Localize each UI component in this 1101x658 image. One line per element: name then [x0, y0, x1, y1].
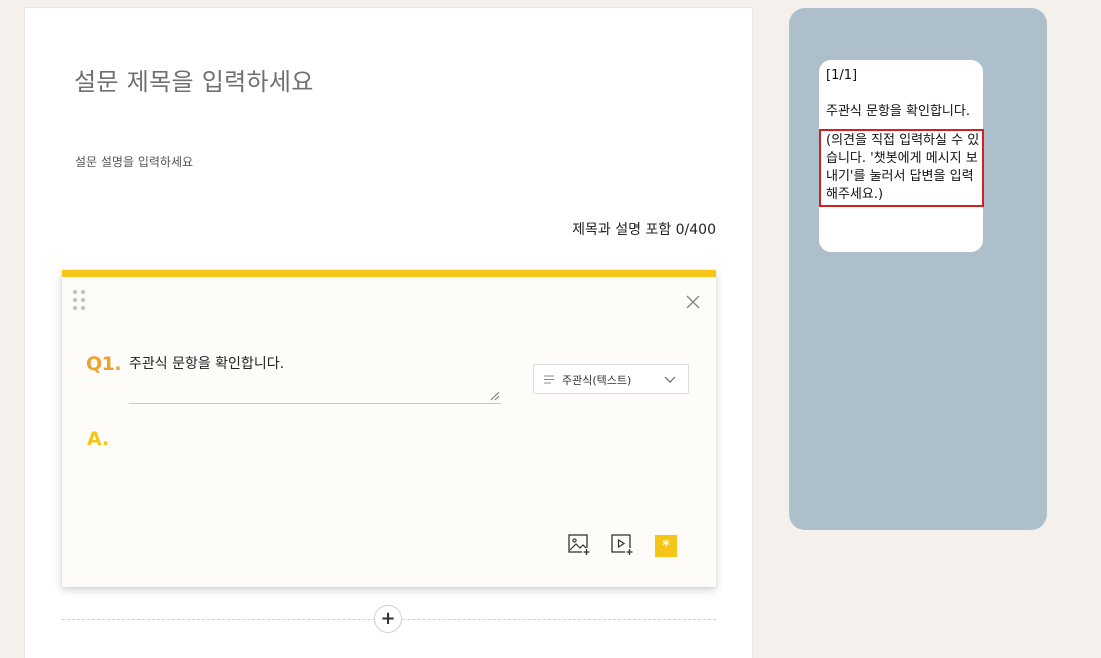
question-type-select[interactable]: 주관식(텍스트): [533, 364, 689, 394]
question-number: Q1.: [86, 353, 122, 375]
question-text: 주관식 문항을 확인합니다.: [129, 356, 285, 372]
preview-hint-text: (의견을 직접 입력하실 수 있습니다. '챗봇에게 메시지 보내기'를 눌러서…: [819, 129, 984, 207]
drag-handle-icon[interactable]: [71, 288, 87, 314]
page-indicator: [1/1]: [826, 68, 858, 83]
survey-title-input[interactable]: 설문 제목을 입력하세요: [74, 62, 314, 97]
question-type-label: 주관식(텍스트): [562, 374, 632, 387]
question-text-field[interactable]: 주관식 문항을 확인합니다.: [129, 353, 501, 404]
add-image-icon[interactable]: [567, 532, 591, 556]
answer-label: A.: [87, 428, 110, 450]
survey-description-input[interactable]: 설문 설명을 입력하세요: [75, 153, 193, 170]
survey-editor-panel: 설문 제목을 입력하세요 설문 설명을 입력하세요 제목과 설명 포함 0/40…: [25, 8, 752, 658]
chat-preview-panel: [1/1] 주관식 문항을 확인합니다. (의견을 직접 입력하실 수 있습니다…: [789, 8, 1047, 530]
question-card[interactable]: Q1. 주관식 문항을 확인합니다. 주관식(텍스트) A. *: [62, 270, 716, 587]
text-lines-icon: [544, 375, 554, 384]
add-question-button[interactable]: +: [374, 605, 402, 633]
chevron-down-icon: [664, 376, 676, 383]
required-toggle-button[interactable]: *: [655, 535, 677, 557]
add-video-icon[interactable]: [610, 532, 634, 556]
preview-question-text: 주관식 문항을 확인합니다.: [826, 104, 970, 119]
char-counter: 제목과 설명 포함 0/400: [572, 222, 716, 238]
chat-bubble: [1/1] 주관식 문항을 확인합니다. (의견을 직접 입력하실 수 있습니다…: [819, 60, 984, 252]
close-icon[interactable]: [684, 293, 702, 311]
resize-grip-icon[interactable]: [490, 391, 500, 401]
